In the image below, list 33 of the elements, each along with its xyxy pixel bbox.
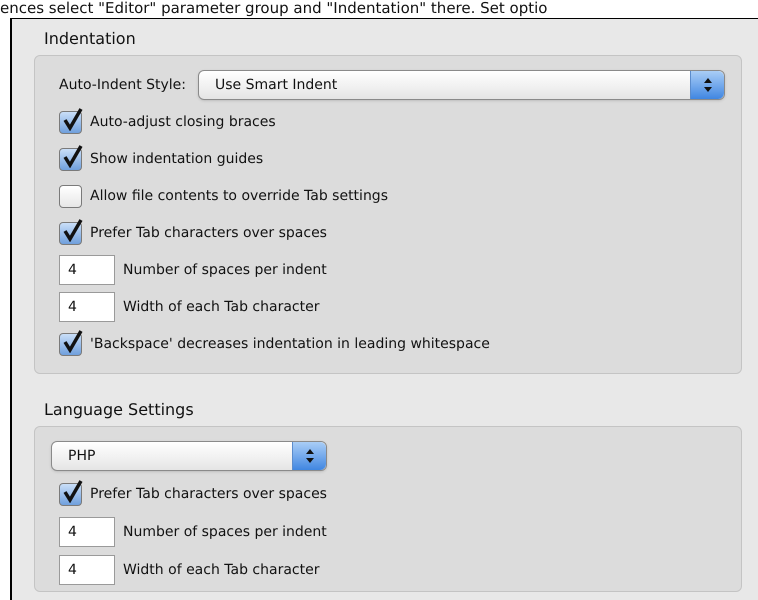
caption: ences select "Editor" parameter group and "Indentation" there. Set optio — [0, 0, 548, 18]
checkmark-icon — [62, 478, 84, 502]
checkbox-label: Prefer Tab characters over spaces — [90, 224, 327, 242]
checkmark-icon — [62, 144, 84, 168]
checkbox[interactable] — [59, 148, 82, 170]
field-label: Number of spaces per indent — [123, 260, 327, 280]
section-title: Indentation — [44, 28, 137, 50]
number-field[interactable]: 4 — [59, 292, 115, 322]
checkmark-icon — [62, 328, 84, 352]
dropdown[interactable]: PHP — [51, 441, 327, 471]
checkbox-label: Auto-adjust closing braces — [90, 112, 276, 132]
number-field[interactable]: 4 — [59, 255, 115, 285]
number-field[interactable]: 4 — [59, 555, 115, 585]
dropdown[interactable]: Use Smart Indent — [198, 70, 725, 100]
checkbox-label: Allow file contents to override Tab settings — [90, 186, 388, 206]
field-label: Width of each Tab character — [123, 560, 320, 580]
number-field[interactable]: 4 — [59, 517, 115, 547]
stepper-arrows-icon — [304, 448, 314, 464]
checkbox[interactable] — [59, 332, 82, 356]
stepper-arrows-icon — [702, 77, 712, 93]
checkbox[interactable] — [59, 482, 82, 506]
section-title: Language Settings — [44, 399, 195, 421]
checkmark-icon — [62, 106, 84, 130]
checkbox-label: Show indentation guides — [90, 150, 264, 168]
checkbox[interactable] — [59, 110, 82, 134]
checkbox-label: 'Backspace' decreases indentation in leading whitespace — [90, 334, 490, 354]
checkbox-label: Prefer Tab characters over spaces — [90, 484, 327, 504]
checkbox[interactable] — [59, 222, 82, 244]
field-label: Width of each Tab character — [123, 298, 320, 316]
checkmark-icon — [62, 218, 84, 242]
field-label: Auto-Indent Style: — [59, 76, 186, 94]
field-label: Number of spaces per indent — [123, 522, 327, 542]
checkbox[interactable] — [59, 184, 82, 208]
